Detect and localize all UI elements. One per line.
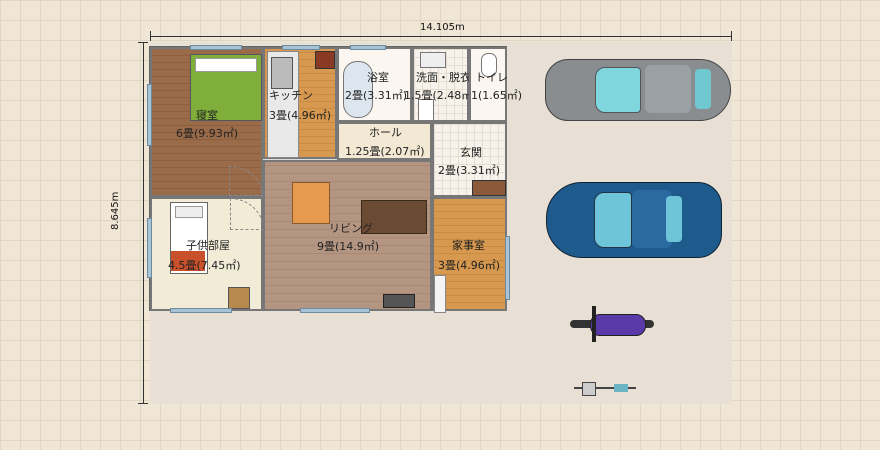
room-living-name: リビング: [329, 222, 373, 235]
sink-icon: [420, 52, 446, 68]
window-kids-bottom: [170, 308, 232, 313]
room-bath[interactable]: 浴室 2畳(3.31㎡): [337, 47, 412, 122]
stove-icon: [271, 57, 293, 89]
room-hall-area: 1.25畳(2.07㎡): [345, 145, 425, 158]
room-living-area: 9畳(14.9㎡): [317, 240, 380, 253]
room-washroom-area: 1.5畳(2.48㎡): [404, 89, 477, 102]
room-toilet-area: 1(1.65㎡): [471, 89, 523, 102]
width-dimension-label: 14.105m: [420, 22, 465, 33]
bicycle-icon: [574, 380, 638, 396]
height-dimension-tick-top: [138, 42, 148, 43]
room-kitchen-area: 3畳(4.96㎡): [269, 109, 332, 122]
window-bedroom-top: [190, 45, 242, 50]
room-kitchen[interactable]: キッチン 3畳(4.96㎡): [263, 47, 337, 159]
window-living-bottom: [300, 308, 370, 313]
kids-pillow-icon: [175, 206, 203, 218]
room-living[interactable]: リビング 9畳(14.9㎡): [263, 160, 432, 311]
room-utility[interactable]: 家事室 3畳(4.96㎡): [432, 197, 507, 313]
room-bedroom-name: 寝室: [196, 109, 218, 122]
room-washroom[interactable]: 洗面・脱衣 1.5畳(2.48㎡): [404, 47, 477, 122]
shoe-cabinet-icon: [472, 180, 506, 196]
width-dimension-line: [150, 36, 732, 37]
room-bath-area: 2畳(3.31㎡): [345, 89, 408, 102]
room-bath-name: 浴室: [367, 71, 389, 84]
tv-stand-icon: [383, 294, 415, 308]
motorcycle-icon: [566, 306, 658, 342]
height-dimension-tick-bottom: [138, 403, 148, 404]
room-toilet[interactable]: トイレ 1(1.65㎡): [469, 47, 522, 122]
dining-table-icon: [292, 182, 330, 224]
width-dimension-tick-right: [731, 31, 732, 41]
room-kitchen-name: キッチン: [269, 89, 313, 102]
kids-desk-icon: [228, 287, 250, 309]
utility-shelf-icon: [434, 275, 446, 313]
room-kids-area: 4.5畳(7.45㎡): [168, 259, 241, 272]
room-entrance-area: 2畳(3.31㎡): [438, 164, 501, 177]
window-kids-left: [147, 218, 152, 278]
window-kitchen-top: [282, 45, 320, 50]
room-toilet-name: トイレ: [475, 71, 508, 84]
pillow-icon: [195, 58, 257, 72]
silver-car-icon: [545, 53, 731, 125]
width-dimension-tick-left: [150, 31, 151, 41]
room-hall[interactable]: ホール 1.25畳(2.07㎡): [337, 122, 432, 160]
window-bedroom-left: [147, 84, 152, 146]
room-washroom-name: 洗面・脱衣: [416, 71, 471, 84]
room-entrance[interactable]: 玄関 2畳(3.31㎡): [432, 122, 507, 197]
room-entrance-name: 玄関: [460, 146, 482, 159]
window-bath-top: [350, 45, 386, 50]
room-bedroom-area: 6畳(9.93㎡): [176, 127, 239, 140]
window-utility-right: [505, 236, 510, 300]
blue-car-icon: [546, 180, 722, 260]
room-kids-name: 子供部屋: [186, 239, 230, 252]
room-utility-name: 家事室: [452, 239, 485, 252]
room-hall-name: ホール: [369, 126, 402, 139]
room-utility-area: 3畳(4.96㎡): [438, 259, 501, 272]
height-dimension-line: [143, 42, 144, 404]
fridge-icon: [315, 51, 335, 69]
height-dimension-label: 8.645m: [110, 191, 121, 230]
